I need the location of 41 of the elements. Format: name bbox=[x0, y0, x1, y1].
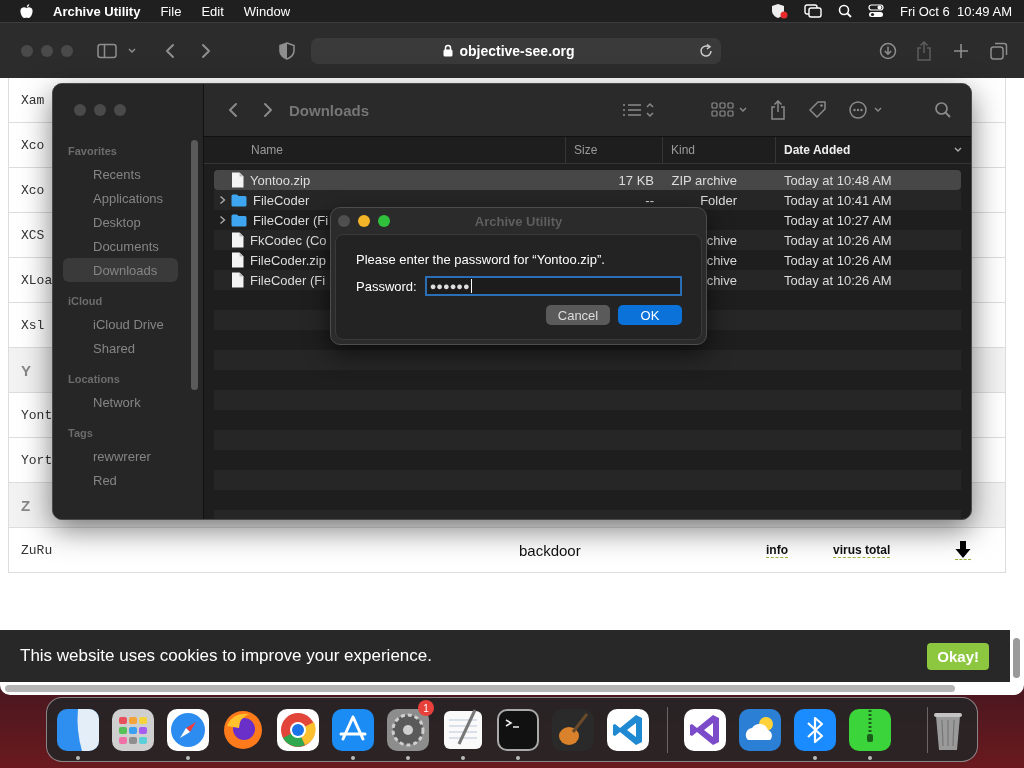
file-kind: chive bbox=[706, 272, 738, 288]
file-size: 17 KB bbox=[618, 172, 655, 188]
malware-name: Xsl bbox=[20, 317, 45, 333]
cookie-message: This website uses cookies to improve your experience. bbox=[20, 646, 432, 666]
malware-name: Xco bbox=[20, 182, 45, 198]
malware-name: ZuRu bbox=[20, 542, 53, 558]
file-name: FileCoder (Fi bbox=[250, 272, 326, 288]
file-name: FileCoder.zip bbox=[250, 252, 326, 268]
url-text: objective-see.org bbox=[459, 42, 575, 59]
sidebar-heading: Tags bbox=[67, 426, 94, 441]
malware-type: backdoor bbox=[518, 541, 581, 559]
file-kind: ZIP archive bbox=[671, 172, 738, 188]
file-name: FileCoder bbox=[253, 192, 310, 208]
date-added: Today at 10:27 AM bbox=[783, 212, 893, 228]
sidebar-heading: Locations bbox=[67, 372, 121, 387]
file-name: FileCoder (Fi bbox=[253, 212, 329, 228]
date-added: Today at 10:48 AM bbox=[783, 172, 893, 188]
date-added: Today at 10:26 AM bbox=[783, 252, 893, 268]
malware-name: XCS bbox=[20, 227, 45, 243]
file-name: FkCodec (Co bbox=[250, 232, 327, 248]
file-kind: chive bbox=[706, 252, 738, 268]
date-added: Today at 10:41 AM bbox=[783, 192, 893, 208]
malware-name: Yont bbox=[20, 407, 53, 423]
folder-title: Downloads bbox=[289, 101, 369, 119]
section-letter: Z bbox=[20, 496, 31, 514]
file-kind: chive bbox=[706, 232, 738, 248]
malware-name: Yort bbox=[20, 452, 53, 468]
date-added: Today at 10:26 AM bbox=[783, 232, 893, 248]
malware-name: Xam bbox=[20, 92, 45, 108]
malware-name: XLoa bbox=[20, 272, 53, 288]
field-label: Password: bbox=[356, 278, 417, 294]
malware-name: Xco bbox=[20, 137, 45, 153]
file-kind: Folder bbox=[700, 192, 738, 208]
dialog-message: Please enter the password for “Yontoo.zip”. bbox=[356, 252, 606, 267]
section-letter: Y bbox=[20, 361, 31, 379]
notification-badge: 1 bbox=[418, 700, 434, 716]
file-size: -- bbox=[645, 192, 655, 208]
sidebar-heading: iCloud bbox=[67, 294, 104, 309]
date-added: Today at 10:26 AM bbox=[783, 272, 893, 288]
file-name: Yontoo.zip bbox=[250, 172, 311, 188]
sidebar-heading: Favorites bbox=[67, 144, 118, 159]
